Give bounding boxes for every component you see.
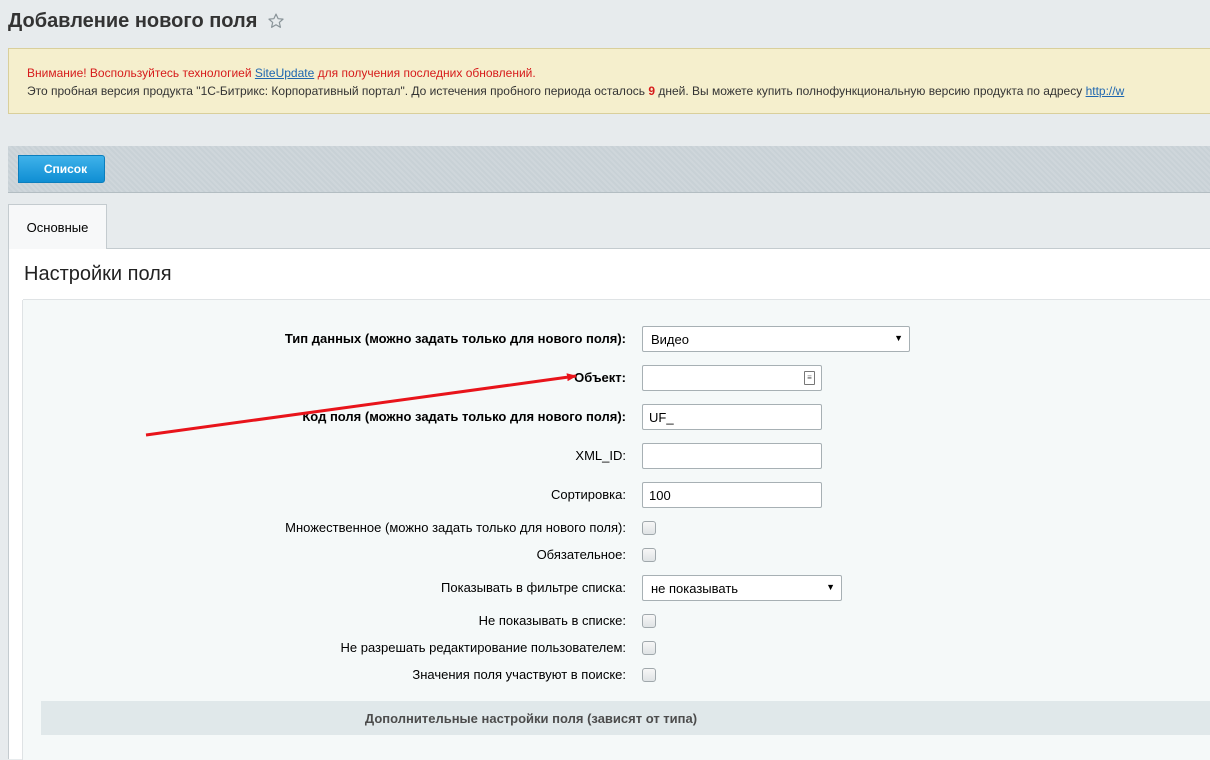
trial-days-count: 9 [648,84,656,98]
extra-settings-header[interactable]: Дополнительные настройки поля (зависят о… [41,701,1210,735]
toolbar: Список [8,146,1210,193]
tab-main[interactable]: Основные [8,204,107,249]
object-input[interactable]: ≡ [642,365,822,391]
filter-label: Показывать в фильтре списка: [441,580,626,595]
row-no-user-edit: Не разрешать редактирование пользователе… [23,635,1203,661]
row-required: Обязательное: [23,542,1203,568]
notice-line-trial: Это пробная версия продукта "1С-Битрикс:… [27,82,1210,100]
trial-text: Это пробная версия продукта "1С-Битрикс:… [27,84,645,98]
no-user-edit-checkbox[interactable] [642,641,656,655]
page-title: Добавление нового поля [8,9,258,32]
sort-input[interactable]: 100 [642,482,822,508]
field-code-label: Код поля (можно задать только для нового… [302,409,626,424]
chevron-down-icon: ▼ [894,333,903,343]
xml-id-input[interactable] [642,443,822,469]
row-searchable: Значения поля участвуют в поиске: [23,662,1203,688]
section-title: Настройки поля [24,263,172,285]
object-label: Объект: [574,370,626,385]
row-data-type: Тип данных (можно задать только для ново… [23,326,1203,352]
field-code-input[interactable]: UF_ [642,404,822,430]
multiple-checkbox[interactable] [642,521,656,535]
field-settings-form: Тип данных (можно задать только для ново… [22,300,1210,760]
row-sort: Сортировка: 100 [23,482,1203,508]
sort-label: Сортировка: [551,487,626,502]
tab-bar: Основные [8,204,1210,249]
hide-in-list-checkbox[interactable] [642,614,656,628]
row-object: Объект: ≡ [23,365,1203,391]
no-user-edit-label: Не разрешать редактирование пользователе… [340,640,626,655]
star-icon[interactable] [267,11,287,31]
required-checkbox[interactable] [642,548,656,562]
notice-warning-suffix: для получения последних обновлений. [317,66,536,80]
trial-text-suffix: дней. Вы можете купить полнофункциональн… [658,84,1083,98]
row-field-code: Код поля (можно задать только для нового… [23,404,1203,430]
content-area: Настройки поля Тип данных (можно задать … [8,249,1210,760]
multiple-label: Множественное (можно задать только для н… [285,520,626,535]
row-multiple: Множественное (можно задать только для н… [23,515,1203,541]
object-picker-icon[interactable]: ≡ [804,371,815,385]
data-type-select[interactable]: Видео ▼ [642,326,910,352]
hide-in-list-label: Не показывать в списке: [478,613,626,628]
required-label: Обязательное: [536,547,626,562]
filter-value: не показывать [651,581,739,596]
row-xml-id: XML_ID: [23,443,1203,469]
sort-value: 100 [649,488,671,503]
searchable-checkbox[interactable] [642,668,656,682]
page-header: Добавление нового поля [8,6,287,36]
list-button-label: Список [43,162,88,176]
list-back-button[interactable]: Список [18,155,105,183]
notice-line-update: Внимание! Воспользуйтесь технологией Sit… [27,64,1210,82]
chevron-down-icon: ▼ [826,582,835,592]
data-type-value: Видео [651,332,689,347]
row-hide-in-list: Не показывать в списке: [23,608,1203,634]
siteupdate-link[interactable]: SiteUpdate [255,66,314,80]
field-code-value: UF_ [649,410,674,425]
searchable-label: Значения поля участвуют в поиске: [412,667,626,682]
trial-notice: Внимание! Воспользуйтесь технологией Sit… [8,48,1210,114]
notice-warning-text: Внимание! Воспользуйтесь технологией [27,66,252,80]
filter-select[interactable]: не показывать ▼ [642,575,842,601]
purchase-link[interactable]: http://w [1086,84,1125,98]
row-filter: Показывать в фильтре списка: не показыва… [23,575,1203,601]
xml-id-label: XML_ID: [575,448,626,463]
data-type-label: Тип данных (можно задать только для ново… [284,331,626,346]
